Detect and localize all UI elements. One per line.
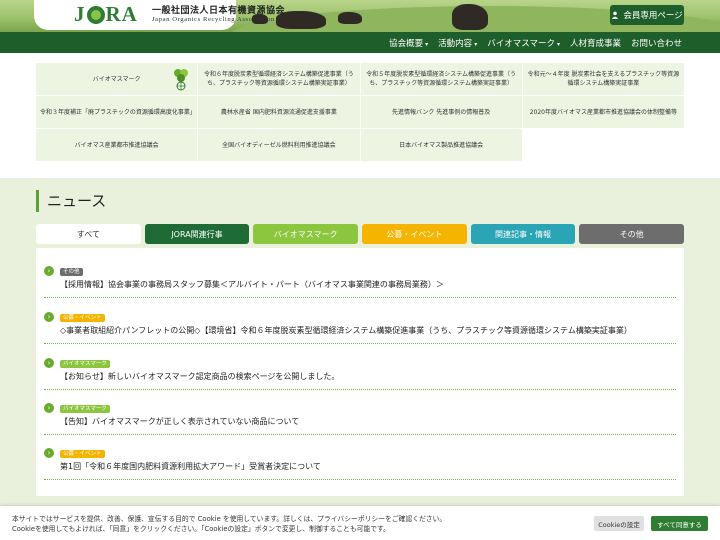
link-label: 令和６年度脱炭素型循環経済システム構築促進事業（うち、プラスチック等資源循環シス… (203, 71, 354, 87)
link-label: 先進情報バンク 先進事例の情報普及 (392, 108, 491, 116)
chevron-down-icon: ▾ (556, 40, 560, 48)
cookie-banner: 本サイトではサービスを提供、改善、保護、宣伝する目的で Cookie を使用して… (0, 506, 720, 540)
news-list: › その他 【採用情報】協会事業の事務局スタッフ募集＜アルバイト・パート（バイオ… (36, 248, 684, 496)
logo-text: J RA (74, 2, 138, 27)
link-2020-biomass-city[interactable]: 2020年度バイオマス産業都市推進協議会の体制整備等 (522, 96, 684, 128)
chevron-right-icon: › (44, 312, 54, 322)
news-headline[interactable]: 【お知らせ】新しいバイオマスマーク認定商品の検索ページを公開しました。 (60, 371, 339, 382)
cookie-settings-button[interactable]: Cookieの設定 (594, 516, 644, 531)
link-label: 農林水産省 国内肥料資源流通促進支援事業 (220, 108, 337, 116)
grid-empty-cell (523, 129, 684, 161)
cookie-line-1: 本サイトではサービスを提供、改善、保護、宣伝する目的で Cookie を使用して… (12, 515, 447, 523)
nav-item-about[interactable]: 協会概要 ▾ (389, 37, 428, 49)
link-maff-fertilizer[interactable]: 農林水産省 国内肥料資源流通促進支援事業 (198, 96, 360, 128)
category-badge: 公募・イベント (60, 314, 105, 322)
link-label: バイオマスマーク (92, 75, 141, 83)
category-badge: バイオマスマーク (60, 360, 110, 368)
tab-jora-events[interactable]: JORA関連行事 (144, 224, 250, 244)
link-label: 全国バイオディーゼル燃料利用推進協議会 (222, 141, 336, 149)
biomass-mark-icon (174, 69, 188, 91)
news-item[interactable]: › その他 【採用情報】協会事業の事務局スタッフ募集＜アルバイト・パート（バイオ… (44, 266, 676, 298)
cookie-accept-button[interactable]: すべて同意する (651, 516, 708, 531)
user-icon (612, 11, 619, 19)
chevron-right-icon: › (44, 403, 54, 413)
chevron-down-icon: ▾ (425, 40, 429, 48)
cow-image (338, 12, 362, 24)
news-headline[interactable]: 【採用情報】協会事業の事務局スタッフ募集＜アルバイト・パート（バイオマス事業関連… (60, 279, 444, 290)
news-item[interactable]: › 公募・イベント 第1回「令和６年度国内肥料資源利用拡大アワード」受賞者決定に… (44, 448, 676, 480)
header-banner: J RA 一般社団法人日本有機資源協会 Japan Organics Recycl… (0, 0, 720, 32)
category-badge: その他 (60, 268, 83, 276)
logo[interactable]: J RA 一般社団法人日本有機資源協会 Japan Organics Recycl… (34, 0, 285, 30)
news-item[interactable]: › バイオマスマーク 【告知】バイオマスマークが正しく表示されていない商品につい… (44, 403, 676, 435)
logo-ra: RA (105, 2, 138, 26)
news-headline[interactable]: 第1回「令和６年度国内肥料資源利用拡大アワード」受賞者決定について (60, 461, 321, 472)
link-biomass-city-council[interactable]: バイオマス産業都市推進協議会 (36, 129, 198, 161)
tab-other[interactable]: その他 (579, 224, 685, 244)
news-headline[interactable]: 【告知】バイオマスマークが正しく表示されていない商品について (60, 416, 299, 427)
cookie-message: 本サイトではサービスを提供、改善、保護、宣伝する目的で Cookie を使用して… (12, 515, 446, 535)
project-link-grid: バイオマスマーク 令和６年度脱炭素型循環経済システム構築促進事業（うち、プラスチ… (36, 63, 684, 161)
link-r1-r4-plastic[interactable]: 令和元～４年度 脱炭素社会を支えるプラスチック等資源循環システム構築実証事業 (522, 63, 684, 95)
news-heading: ニュース (36, 190, 106, 212)
org-name-en: Japan Organics Recycling Association (152, 16, 275, 23)
link-r5-decarbonization[interactable]: 令和５年度脱炭素型循環経済システム構築促進事業（うち、プラスチック等資源循環シス… (360, 63, 522, 95)
member-page-button[interactable]: 会員専用ページ (610, 5, 684, 25)
link-biomass-products-council[interactable]: 日本バイオマス製品推進協議会 (360, 129, 522, 161)
cow-image (452, 4, 488, 30)
category-badge: 公募・イベント (60, 450, 105, 458)
link-label: 令和５年度脱炭素型循環経済システム構築促進事業（うち、プラスチック等資源循環シス… (366, 71, 517, 87)
logo-j: J (74, 2, 86, 26)
chevron-right-icon: › (44, 266, 54, 276)
link-label: 日本バイオマス製品推進協議会 (399, 141, 484, 149)
link-label: 令和３年度補正「廃プラスチックの資源循環高度化事業」 (40, 108, 196, 116)
news-headline[interactable]: ◇事業者取組紹介パンフレットの公開◇【環境省】令和６年度脱炭素型循環経済システム… (60, 325, 632, 336)
link-info-bank[interactable]: 先進情報バンク 先進事例の情報普及 (360, 96, 522, 128)
tab-biomass-mark[interactable]: バイオマスマーク (253, 224, 359, 244)
tab-related-articles[interactable]: 関連記事・情報 (470, 224, 576, 244)
nav-item-training[interactable]: 人材育成事業 (570, 37, 621, 49)
logo-o-icon (86, 6, 105, 24)
chevron-right-icon: › (44, 448, 54, 458)
tab-public-events[interactable]: 公募・イベント (362, 224, 467, 244)
cookie-line-2: Cookieを使用してもよければ、「同意」をクリックください。「Cookieの設… (12, 524, 390, 533)
nav-label: 人材育成事業 (569, 38, 621, 49)
chevron-right-icon: › (44, 358, 54, 368)
nav-label: 活動内容 (438, 38, 473, 49)
news-item[interactable]: › バイオマスマーク 【お知らせ】新しいバイオマスマーク認定商品の検索ページを公… (44, 358, 676, 390)
link-r6-decarbonization[interactable]: 令和６年度脱炭素型循環経済システム構築促進事業（うち、プラスチック等資源循環シス… (198, 63, 360, 95)
org-name-jp: 一般社団法人日本有機資源協会 (152, 5, 286, 15)
nav-item-activities[interactable]: 活動内容 ▾ (438, 37, 477, 49)
nav-label: 協会概要 (389, 38, 424, 49)
category-badge: バイオマスマーク (60, 405, 110, 413)
nav-label: バイオマスマーク (487, 38, 555, 49)
link-biodiesel-council[interactable]: 全国バイオディーゼル燃料利用推進協議会 (198, 129, 360, 161)
chevron-down-icon: ▾ (474, 40, 478, 48)
nav-item-contact[interactable]: お問い合わせ (631, 37, 682, 49)
tab-all[interactable]: すべて (36, 224, 141, 244)
member-page-label: 会員専用ページ (623, 11, 683, 21)
news-item[interactable]: › 公募・イベント ◇事業者取組紹介パンフレットの公開◇【環境省】令和６年度脱炭… (44, 312, 676, 344)
link-biomass-mark[interactable]: バイオマスマーク (36, 63, 198, 95)
link-r3-waste-plastic[interactable]: 令和３年度補正「廃プラスチックの資源循環高度化事業」 (36, 96, 198, 128)
news-tabs: すべて JORA関連行事 バイオマスマーク 公募・イベント 関連記事・情報 その… (36, 224, 685, 244)
nav-item-biomass-mark[interactable]: バイオマスマーク ▾ (487, 37, 560, 49)
link-label: 2020年度バイオマス産業都市推進協議会の体制整備等 (529, 108, 678, 116)
link-label: 令和元～４年度 脱炭素社会を支えるプラスチック等資源循環システム構築実証事業 (527, 71, 680, 87)
nav-label: お問い合わせ (630, 38, 682, 49)
link-label: バイオマス産業都市推進協議会 (74, 141, 159, 149)
main-nav: 協会概要 ▾ 活動内容 ▾ バイオマスマーク ▾ 人材育成事業 お問い合わせ (0, 32, 720, 53)
